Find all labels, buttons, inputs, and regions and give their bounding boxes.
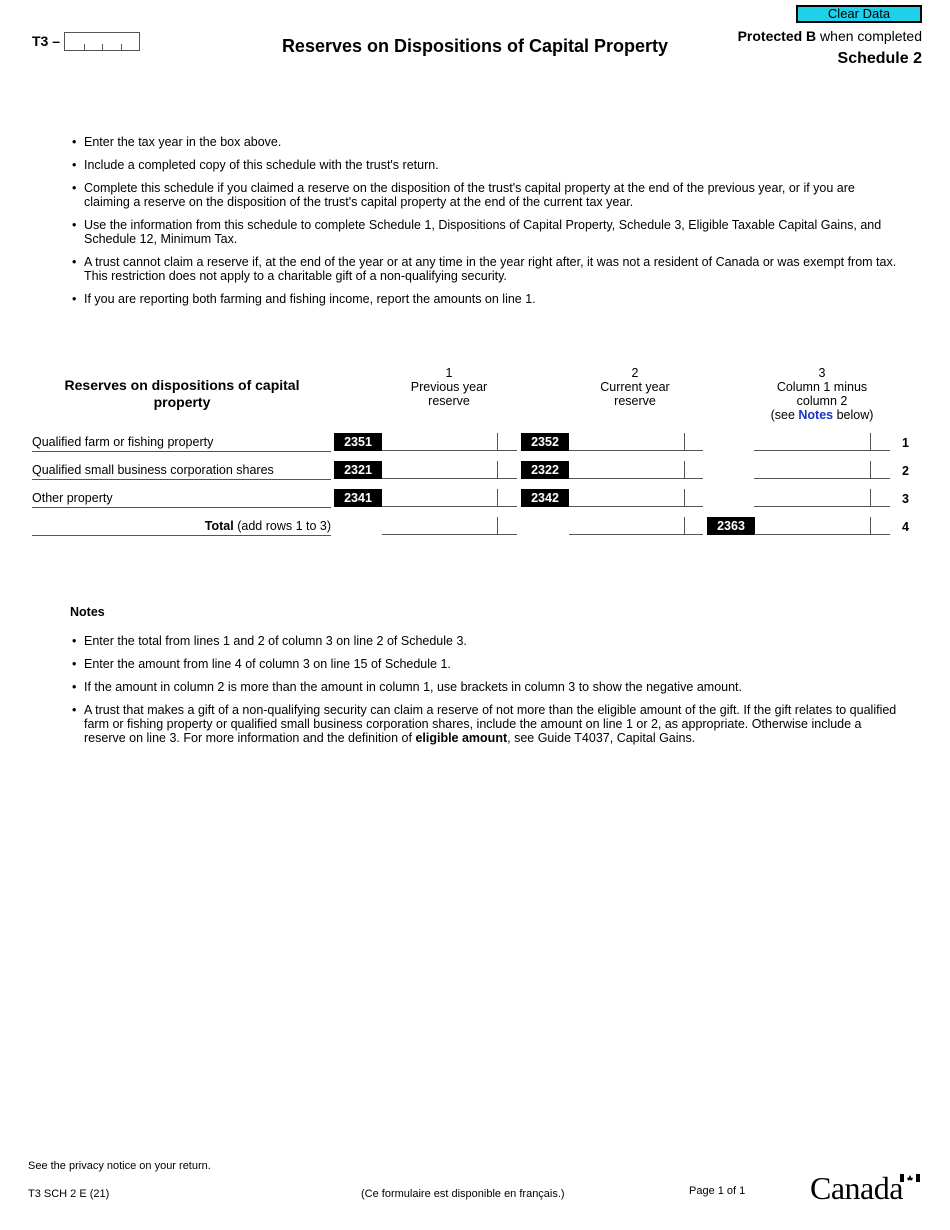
total-bold: Total xyxy=(204,519,234,533)
amount-input[interactable] xyxy=(382,433,495,451)
col-note-post: below) xyxy=(833,408,874,422)
note-item: Enter the total from lines 1 and 2 of co… xyxy=(70,634,900,648)
col-note-pre: (see xyxy=(770,408,799,422)
line-code: 2363 xyxy=(707,517,755,535)
note-item: Enter the amount from line 4 of column 3… xyxy=(70,657,900,671)
canada-flag-icon xyxy=(900,1174,920,1182)
intro-bullet: A trust cannot claim a reserve if, at th… xyxy=(70,255,900,283)
amount-input[interactable] xyxy=(569,433,682,451)
amount-input[interactable] xyxy=(754,461,868,479)
col-num: 3 xyxy=(818,366,826,380)
col-line: (see Notes below) xyxy=(747,408,897,422)
col-line: reserve xyxy=(614,394,656,408)
amount-input[interactable] xyxy=(382,517,495,535)
amount-input[interactable] xyxy=(754,489,868,507)
notes-title: Notes xyxy=(70,605,105,619)
amount-input[interactable] xyxy=(382,461,495,479)
privacy-notice: See the privacy notice on your return. xyxy=(28,1160,211,1172)
col-line: column 2 xyxy=(796,394,848,408)
line-code: 2321 xyxy=(334,461,382,479)
line-number: 4 xyxy=(902,520,909,534)
amount-field-col2-row2[interactable] xyxy=(569,461,703,479)
intro-bullet: If you are reporting both farming and fi… xyxy=(70,292,900,306)
line-code: 2342 xyxy=(521,489,569,507)
intro-bullet: Complete this schedule if you claimed a … xyxy=(70,181,900,209)
amount-field-col1-row3[interactable] xyxy=(382,489,517,507)
amount-field-col1-row1[interactable] xyxy=(382,433,517,451)
line-code: 2352 xyxy=(521,433,569,451)
intro-list: Enter the tax year in the box above. Inc… xyxy=(70,135,900,315)
amount-field-col2-row1[interactable] xyxy=(569,433,703,451)
amount-field-col2-row3[interactable] xyxy=(569,489,703,507)
amount-input[interactable] xyxy=(569,461,682,479)
line-code: 2322 xyxy=(521,461,569,479)
col-line: reserve xyxy=(428,394,470,408)
line-number: 3 xyxy=(902,492,909,506)
row-label: Qualified small business corporation sha… xyxy=(32,462,331,480)
note-text: , see Guide T4037, Capital Gains. xyxy=(507,731,696,745)
form-page: T3 – Reserves on Dispositions of Capital… xyxy=(0,0,950,1230)
canada-wordmark: Canada xyxy=(810,1170,903,1206)
notes-list: Enter the total from lines 1 and 2 of co… xyxy=(70,634,900,754)
amount-field-col3-row1[interactable] xyxy=(754,433,890,451)
page-number: Page 1 of 1 xyxy=(689,1185,746,1197)
notes-link[interactable]: Notes xyxy=(798,408,833,422)
schedule-label: Schedule 2 xyxy=(837,50,922,67)
amount-input[interactable] xyxy=(569,517,682,535)
col-line: Column 1 minus xyxy=(776,380,868,394)
amount-field-col3-row3[interactable] xyxy=(754,489,890,507)
row-label: Qualified farm or fishing property xyxy=(32,434,331,452)
total-rest: (add rows 1 to 3) xyxy=(233,519,331,533)
intro-bullet: Use the information from this schedule t… xyxy=(70,218,900,246)
intro-bullet: Enter the tax year in the box above. xyxy=(70,135,900,149)
column-header-1: 1 Previous year reserve xyxy=(384,366,514,408)
note-bold: eligible amount xyxy=(415,731,508,745)
col-num: 2 xyxy=(631,366,639,380)
clear-data-button[interactable]: Clear Data xyxy=(796,5,922,23)
row-label: Other property xyxy=(32,490,331,508)
total-field-col2[interactable] xyxy=(569,517,703,535)
intro-bullet: Include a completed copy of this schedul… xyxy=(70,158,900,172)
line-number: 2 xyxy=(902,464,909,478)
column-header-3: 3 Column 1 minus column 2 (see Notes bel… xyxy=(747,366,897,422)
protected-rest: when completed xyxy=(816,28,922,44)
amount-input[interactable] xyxy=(569,489,682,507)
table-title: Reserves on dispositions of capital prop… xyxy=(64,377,300,410)
line-number: 1 xyxy=(902,436,909,450)
total-field-col3[interactable] xyxy=(754,517,890,535)
protected-notice: Protected B when completed xyxy=(738,28,922,44)
protected-bold: Protected B xyxy=(737,28,817,44)
total-label: Total (add rows 1 to 3) xyxy=(32,518,331,536)
amount-input[interactable] xyxy=(754,517,868,535)
note-item: If the amount in column 2 is more than t… xyxy=(70,680,900,694)
total-field-col1[interactable] xyxy=(382,517,517,535)
amount-input[interactable] xyxy=(382,489,495,507)
col-line: Current year xyxy=(600,380,670,394)
note-item: A trust that makes a gift of a non-quali… xyxy=(70,703,900,745)
col-line: Previous year xyxy=(410,380,488,394)
line-code: 2351 xyxy=(334,433,382,451)
amount-field-col3-row2[interactable] xyxy=(754,461,890,479)
form-code: T3 SCH 2 E (21) xyxy=(28,1188,110,1200)
amount-field-col1-row2[interactable] xyxy=(382,461,517,479)
line-code: 2341 xyxy=(334,489,382,507)
column-header-2: 2 Current year reserve xyxy=(570,366,700,408)
french-availability: (Ce formulaire est disponible en françai… xyxy=(361,1188,565,1200)
col-num: 1 xyxy=(445,366,453,380)
amount-input[interactable] xyxy=(754,433,868,451)
